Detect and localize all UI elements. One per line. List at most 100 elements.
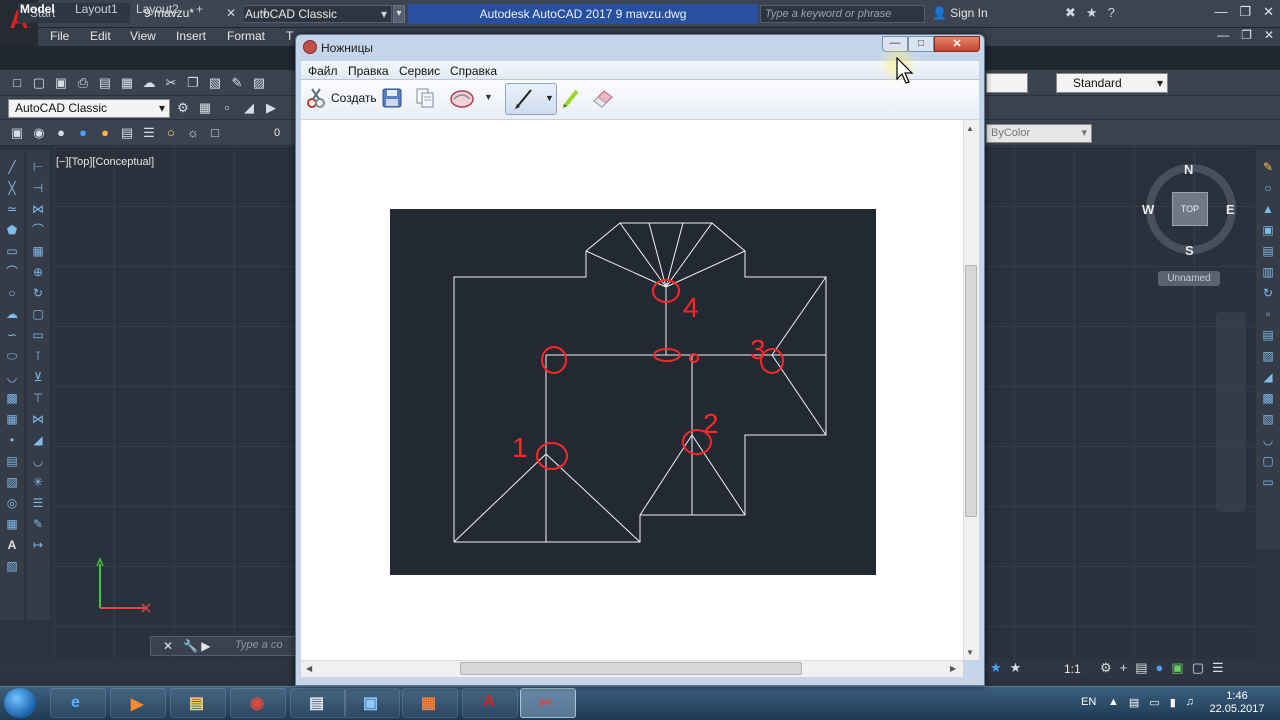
shaded-icon[interactable]: ● xyxy=(74,124,92,142)
workspace-settings-icon[interactable]: ⚙ xyxy=(174,99,192,117)
stretch-icon[interactable]: ▭ xyxy=(30,326,46,344)
text-style-dropdown[interactable]: Standard xyxy=(1056,73,1168,93)
snip-menu-tools[interactable]: Сервис xyxy=(399,64,440,78)
extrude-icon[interactable]: ▢ xyxy=(1260,452,1276,470)
annotation-visibility-icon[interactable]: ★ xyxy=(990,660,1002,676)
taskbar-clock[interactable]: 1:46 22.05.2017 xyxy=(1206,690,1268,716)
tab-layout1[interactable]: Layout1 xyxy=(75,2,118,16)
polyline-icon[interactable]: ≃ xyxy=(4,200,20,218)
offset-icon[interactable]: ⌒ xyxy=(30,221,46,239)
vertical-scroll-thumb[interactable] xyxy=(965,265,977,517)
tab-model[interactable]: Model xyxy=(20,2,55,16)
properties-icon[interactable]: ☰ xyxy=(30,494,46,512)
node-icon[interactable]: ○ xyxy=(1260,179,1276,197)
compass-east[interactable]: E xyxy=(1226,202,1235,217)
polygon-icon[interactable]: ⬟ xyxy=(4,221,20,239)
copy-object-icon[interactable]: ⊣ xyxy=(30,179,46,197)
spline-icon[interactable]: ∽ xyxy=(4,326,20,344)
cloud-icon[interactable]: ☁ xyxy=(140,74,158,92)
revcloud-icon[interactable]: ☁ xyxy=(4,305,20,323)
snip-menu-edit[interactable]: Правка xyxy=(348,64,389,78)
ellipse-arc-icon[interactable]: ◡ xyxy=(4,368,20,386)
tab-close-icon[interactable]: ✕ xyxy=(226,3,236,23)
join-icon[interactable]: ⋈ xyxy=(30,410,46,428)
compass-north[interactable]: N xyxy=(1184,162,1193,177)
xline-icon[interactable]: ╳ xyxy=(4,179,20,197)
erase-icon[interactable]: ⊢ xyxy=(30,158,46,176)
start-button[interactable] xyxy=(4,688,36,718)
line-icon[interactable]: ╱ xyxy=(4,158,20,176)
rotate3d-icon[interactable]: ↻ xyxy=(1260,284,1276,302)
taskbar-autocad-button[interactable]: A xyxy=(462,688,518,718)
rectangle-icon[interactable]: ▭ xyxy=(4,242,20,260)
clean-screen-icon[interactable]: ▢ xyxy=(1192,660,1204,676)
break-icon[interactable]: ⊤ xyxy=(30,389,46,407)
insert-block-icon[interactable]: ▩ xyxy=(4,389,20,407)
solid-icon[interactable]: ▨ xyxy=(1260,347,1276,365)
revolve-icon[interactable]: ◡ xyxy=(1260,431,1276,449)
lock-icon[interactable]: □ xyxy=(206,124,224,142)
compass-south[interactable]: S xyxy=(1185,243,1194,258)
array3d-icon[interactable]: ▤ xyxy=(1260,242,1276,260)
exchange-icon[interactable]: ✖ xyxy=(1065,5,1076,21)
taskbar-pdf-button[interactable]: ▦ xyxy=(402,688,458,718)
publish-icon[interactable]: ▦ xyxy=(118,74,136,92)
close-icon[interactable]: ✕ xyxy=(1263,4,1274,20)
eraser-icon[interactable] xyxy=(592,87,614,109)
point-icon[interactable]: • xyxy=(4,431,20,449)
array-icon[interactable]: ▦ xyxy=(30,242,46,260)
taskbar-snipping-button[interactable]: ✂ xyxy=(520,688,576,718)
snip-menu-help[interactable]: Справка xyxy=(450,64,497,78)
save-snip-icon[interactable] xyxy=(381,87,403,109)
taskbar-ie-button[interactable]: e xyxy=(50,688,106,718)
wedge3d-icon[interactable]: ◢ xyxy=(1260,368,1276,386)
hidden-icon[interactable]: ● xyxy=(52,124,70,142)
menu-edit[interactable]: Edit xyxy=(90,29,111,43)
help-icon[interactable]: ? xyxy=(1108,5,1115,21)
move-icon[interactable]: ⊕ xyxy=(30,263,46,281)
color-dropdown[interactable]: ByColor xyxy=(986,124,1092,143)
box-icon[interactable]: ▫ xyxy=(218,99,236,117)
send-snip-dropdown-icon[interactable]: ▼ xyxy=(484,92,493,102)
send-snip-icon[interactable] xyxy=(448,87,478,109)
new-tab-button[interactable]: + xyxy=(250,3,280,23)
realistic-icon[interactable]: ● xyxy=(96,124,114,142)
copy-snip-icon[interactable] xyxy=(414,87,436,109)
menu-format[interactable]: Format xyxy=(227,29,265,43)
autoscale-icon[interactable]: ★ xyxy=(1010,660,1022,676)
visual-style-icon[interactable]: ▣ xyxy=(8,124,26,142)
box3d-icon[interactable]: ▫ xyxy=(1260,305,1276,323)
taskbar-chrome-button[interactable]: ◉ xyxy=(230,688,286,718)
taskbar-app-button[interactable]: ▤ xyxy=(290,688,346,718)
fillet-icon[interactable]: ◡ xyxy=(30,452,46,470)
hatch-icon[interactable]: ▤ xyxy=(4,452,20,470)
table-icon[interactable]: ▦ xyxy=(4,515,20,533)
volume-icon[interactable]: ♫ xyxy=(1186,696,1194,709)
cut-icon[interactable]: ✂ xyxy=(162,74,180,92)
loft-icon[interactable]: ▧ xyxy=(1260,410,1276,428)
save-icon[interactable]: ▣ xyxy=(52,74,70,92)
mirror-icon[interactable]: ⋈ xyxy=(30,200,46,218)
scale-icon[interactable]: ▢ xyxy=(30,305,46,323)
explode-icon[interactable]: ✳ xyxy=(30,473,46,491)
battery-icon[interactable]: ▭ xyxy=(1149,696,1159,709)
doc-close-icon[interactable]: ✕ xyxy=(1264,28,1274,42)
layer-dropdown-value[interactable]: 0 xyxy=(274,127,280,139)
press-pull-icon[interactable]: ▭ xyxy=(1260,473,1276,491)
annotation-scale[interactable]: 1:1 xyxy=(1064,662,1081,676)
keyword-search-input[interactable]: Type a keyword or phrase xyxy=(760,5,925,23)
command-close-icon[interactable]: ✕ xyxy=(163,639,173,653)
scale3d-icon[interactable]: ▥ xyxy=(1260,263,1276,281)
lightbulb-icon[interactable]: ○ xyxy=(162,124,180,142)
tab-layout2[interactable]: Layout2 xyxy=(136,2,179,16)
doc-restore-icon[interactable]: ❐ xyxy=(1241,28,1252,42)
text-style-icon-box[interactable] xyxy=(986,73,1028,93)
make-block-icon[interactable]: ▦ xyxy=(4,410,20,428)
chamfer-icon[interactable]: ◢ xyxy=(30,431,46,449)
snip-menu-file[interactable]: Файл xyxy=(308,64,338,78)
language-indicator[interactable]: EN xyxy=(1081,696,1096,708)
gradient-icon[interactable]: ▨ xyxy=(4,473,20,491)
match-prop-icon[interactable]: ✎ xyxy=(30,515,46,533)
customize-icon[interactable]: ☰ xyxy=(1212,660,1224,676)
mtext-icon[interactable]: A xyxy=(4,536,20,554)
